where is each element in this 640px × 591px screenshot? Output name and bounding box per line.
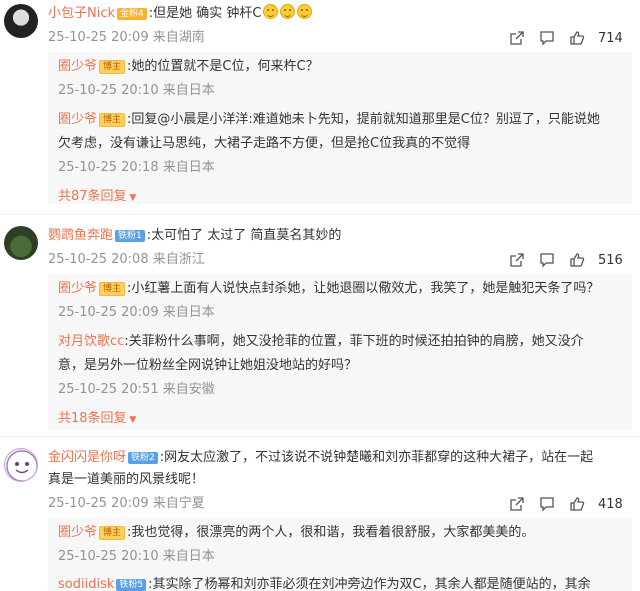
reply-text: :回复@小晨是小洋洋:难道她未卜先知，提前就知道那里是C位？别逗了，只能说她 [127, 112, 600, 127]
comment-item: 鹦鹉鱼奔跑 铁粉1:太可怕了 太过了 简直莫名其妙的 25-10-25 20:08… [0, 222, 640, 434]
reply-meta: 25-10-25 20:10 来自日本 [58, 83, 215, 98]
reply-text: :其实除了杨幂和刘亦菲必须在刘冲旁边作为双C，其余人都是随便站的，其余 [148, 577, 591, 591]
like-count: 516 [598, 252, 623, 268]
reply-item: 对月饮歌cc:关菲粉什么事啊，她又没抢菲的位置，菲下班的时候还拍拍钟的肩膀，她又… [58, 332, 584, 352]
reply-meta: 25-10-25 20:18 来自日本 [58, 160, 215, 175]
reply-username[interactable]: 对月饮歌cc [58, 334, 124, 349]
author-badge: 博主 [99, 282, 126, 296]
author-badge: 博主 [99, 113, 126, 127]
divider [0, 214, 640, 215]
comment-actions: 516 [502, 250, 626, 270]
like-icon[interactable] [562, 250, 592, 270]
more-replies-link[interactable]: 共18条回复 ▼ [58, 409, 136, 430]
like-count: 418 [598, 496, 623, 512]
comment-meta: 25-10-25 20:08 来自浙江 [48, 252, 205, 267]
fan-badge[interactable]: 铁粉2 [128, 452, 158, 464]
crying-emoji [280, 4, 296, 19]
comment-meta: 25-10-25 20:09 来自宁夏 [48, 496, 205, 511]
reply-text: :我也觉得，很漂亮的两个人，很和谐，我看着很舒服，大家都美美的。 [127, 525, 535, 540]
reply-list: 圈少爷 博主:小红薯上面有人说快点封杀她，让她退圈以儆效尤，我笑了，她是触犯天条了… [48, 274, 632, 430]
username[interactable]: 金闪闪是你呀 [48, 450, 126, 465]
reply-username[interactable]: 圈少爷 [58, 112, 97, 127]
like-icon[interactable] [562, 28, 592, 48]
fan-badge[interactable]: 金粉4 [117, 8, 147, 20]
reply-meta: 25-10-25 20:10 来自日本 [58, 549, 215, 564]
share-icon[interactable] [502, 250, 532, 270]
chevron-down-icon: ▼ [126, 193, 137, 203]
comment-meta: 25-10-25 20:09 来自湖南 [48, 30, 205, 45]
reply-list: 圈少爷 博主:我也觉得，很漂亮的两个人，很和谐，我看着很舒服，大家都美美的。 25… [48, 518, 632, 591]
reply-item: 圈少爷 博主:回复@小晨是小洋洋:难道她未卜先知，提前就知道那里是C位？别逗了，只… [58, 110, 600, 130]
crying-emoji [263, 4, 279, 19]
more-replies-label[interactable]: 共87条回复 [58, 189, 127, 204]
avatar[interactable] [4, 4, 38, 38]
comment-text: :但是她 确实 钟杆C [148, 6, 262, 21]
comment-text: :太可怕了 太过了 简直莫名其妙的 [146, 228, 342, 243]
reply-item: sodiidisk 铁粉5:其实除了杨幂和刘亦菲必须在刘冲旁边作为双C，其余人都是… [58, 575, 591, 591]
comment-actions: 418 [502, 494, 626, 514]
chevron-down-icon: ▼ [126, 415, 137, 425]
username[interactable]: 鹦鹉鱼奔跑 [48, 228, 113, 243]
more-replies-link[interactable]: 共87条回复 ▼ [58, 187, 136, 208]
reply-meta: 25-10-25 20:51 来自安徽 [58, 382, 215, 397]
avatar[interactable] [4, 226, 38, 260]
reply-username[interactable]: sodiidisk [58, 577, 114, 591]
divider [0, 436, 640, 437]
reply-username[interactable]: 圈少爷 [58, 525, 97, 540]
reply-item: 圈少爷 博主:我也觉得，很漂亮的两个人，很和谐，我看着很舒服，大家都美美的。 [58, 523, 534, 543]
reply-text: :小红薯上面有人说快点封杀她，让她退圈以儆效尤，我笑了，她是触犯天条了吗？ [127, 281, 600, 296]
share-icon[interactable] [502, 494, 532, 514]
reply-item: 圈少爷 博主:她的位置就不是C位，何来杵C？ [58, 57, 319, 77]
comment-text: :网友太应激了，不过该说不说钟楚曦和刘亦菲都穿的这种大裙子，站在一起 [159, 450, 594, 465]
reply-text-cont: 欠考虑，没有谦让马思纯，大裙子走路不方便，但是抢C位我真的不觉得 [58, 136, 471, 151]
reply-item: 圈少爷 博主:小红薯上面有人说快点封杀她，让她退圈以儆效尤，我笑了，她是触犯天条了… [58, 279, 599, 299]
comment-text-cont: 真是一道美丽的风景线呢！ [48, 472, 205, 487]
username[interactable]: 小包子Nick [48, 6, 115, 21]
share-icon[interactable] [502, 28, 532, 48]
fan-badge[interactable]: 铁粉5 [116, 579, 147, 591]
author-badge: 博主 [99, 60, 126, 74]
avatar[interactable] [4, 448, 38, 482]
reply-text: :关菲粉什么事啊，她又没抢菲的位置，菲下班的时候还拍拍钟的肩膀，她又没介 [124, 334, 584, 349]
reply-text: :她的位置就不是C位，何来杵C？ [127, 59, 319, 74]
like-icon[interactable] [562, 494, 592, 514]
reply-username[interactable]: 圈少爷 [58, 281, 97, 296]
reply-username[interactable]: 圈少爷 [58, 59, 97, 74]
comment-icon[interactable] [532, 28, 562, 48]
author-badge: 博主 [99, 526, 126, 540]
reply-list: 圈少爷 博主:她的位置就不是C位，何来杵C？ 25-10-25 20:10 来自日… [48, 52, 632, 204]
more-replies-label[interactable]: 共18条回复 [58, 411, 127, 426]
fan-badge[interactable]: 铁粉1 [115, 230, 145, 242]
reply-text-cont: 意，是另外一位粉丝全网说钟让她姐没地站的好吗？ [58, 358, 358, 373]
comment-icon[interactable] [532, 250, 562, 270]
comment-icon[interactable] [532, 494, 562, 514]
comment-item: 小包子Nick 金粉4:但是她 确实 钟杆C 25-10-25 20:09 来自湖… [0, 0, 640, 205]
reply-meta: 25-10-25 20:09 来自日本 [58, 305, 215, 320]
like-count: 714 [598, 30, 623, 46]
comment-item: 金闪闪是你呀 铁粉2:网友太应激了，不过该说不说钟楚曦和刘亦菲都穿的这种大裙子，站… [0, 444, 640, 591]
comment-actions: 714 [502, 28, 626, 48]
crying-emoji [297, 4, 313, 19]
